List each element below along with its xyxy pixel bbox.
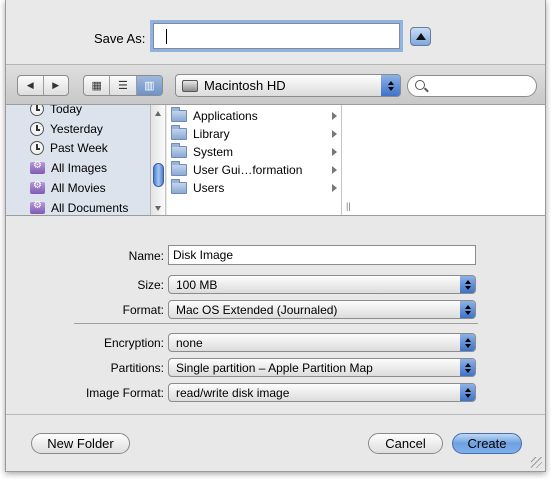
- sidebar-item-label: All Images: [51, 161, 108, 175]
- sidebar-item-label: All Documents: [51, 201, 129, 215]
- image-format-popup-value: read/write disk image: [176, 386, 290, 400]
- clock-icon: [30, 105, 44, 116]
- chevron-right-icon: [332, 166, 337, 174]
- icon-view-icon[interactable]: ▦: [84, 76, 109, 95]
- location-popup[interactable]: Macintosh HD: [175, 74, 401, 97]
- column-resize-handle[interactable]: ||: [346, 201, 351, 211]
- folder-alias-icon: [171, 161, 187, 176]
- chevron-right-icon: [332, 184, 337, 192]
- browser-item-system[interactable]: System: [171, 143, 339, 161]
- folder-icon: [171, 107, 187, 122]
- sidebar-item-all-movies[interactable]: All Movies: [30, 178, 106, 198]
- partitions-popup[interactable]: Single partition – Apple Partition Map: [168, 358, 476, 377]
- sidebar-item-label: Yesterday: [50, 122, 103, 136]
- save-dialog: Save As: ◀ ▶ ▦ ☰ ▥ Macintosh HD Today Ye…: [5, 0, 546, 472]
- folder-icon: [171, 125, 187, 140]
- partitions-label: Partitions:: [110, 361, 164, 375]
- folder-icon: [171, 179, 187, 194]
- search-field[interactable]: [407, 75, 537, 97]
- save-as-label: Save As:: [94, 31, 146, 46]
- chevron-right-icon: [332, 112, 337, 120]
- browser-item-users[interactable]: Users: [171, 179, 339, 197]
- browser-item-label: Users: [193, 181, 225, 195]
- image-format-label: Image Format:: [85, 386, 164, 400]
- save-as-input[interactable]: [153, 23, 400, 49]
- search-icon: [415, 80, 425, 90]
- folder-icon: [171, 143, 187, 158]
- disk-image-options: Name: Disk Image Size: 100 MB Format: Ma…: [6, 217, 545, 415]
- file-browser: Today Yesterday Past Week All Images All…: [6, 104, 545, 216]
- sidebar-item-label: All Movies: [51, 181, 106, 195]
- chevron-right-icon: [332, 148, 337, 156]
- sidebar-item-today[interactable]: Today: [30, 105, 82, 119]
- popup-arrows-icon: [381, 75, 400, 96]
- hard-drive-icon: [182, 80, 198, 92]
- encryption-popup-value: none: [176, 336, 203, 350]
- format-label: Format:: [122, 303, 164, 317]
- back-forward-control: ◀ ▶: [17, 75, 69, 96]
- partitions-popup-value: Single partition – Apple Partition Map: [176, 361, 373, 375]
- sidebar-item-label: Today: [50, 105, 83, 116]
- smart-folder-icon: [30, 160, 45, 174]
- sidebar-item-all-documents[interactable]: All Documents: [30, 198, 128, 215]
- scroll-up-icon[interactable]: [155, 111, 161, 116]
- sidebar: Today Yesterday Past Week All Images All…: [6, 105, 151, 215]
- popup-arrows-icon: [460, 276, 475, 293]
- encryption-popup[interactable]: none: [168, 333, 476, 352]
- popup-arrows-icon: [460, 384, 475, 401]
- format-popup-value: Mac OS Extended (Journaled): [176, 303, 338, 317]
- browser-item-user-guides[interactable]: User Gui…formation: [171, 161, 339, 179]
- options-divider: [74, 323, 478, 324]
- sidebar-item-all-images[interactable]: All Images: [30, 158, 107, 178]
- cancel-button[interactable]: Cancel: [368, 433, 443, 454]
- browser-item-label: User Gui…formation: [193, 163, 303, 177]
- create-button[interactable]: Create: [452, 433, 522, 454]
- clock-icon: [30, 122, 44, 136]
- browser-item-label: System: [193, 145, 234, 159]
- sidebar-scrollbar[interactable]: [151, 105, 166, 215]
- smart-folder-icon: [30, 180, 45, 194]
- save-as-row: Save As:: [6, 0, 545, 64]
- browser-item-label: Library: [193, 127, 230, 141]
- browser-toolbar: ◀ ▶ ▦ ☰ ▥ Macintosh HD: [6, 64, 545, 104]
- size-label: Size:: [137, 278, 164, 292]
- image-format-popup[interactable]: read/write disk image: [168, 383, 476, 402]
- location-popup-value: Macintosh HD: [204, 78, 286, 93]
- clock-icon: [30, 141, 44, 155]
- new-folder-button[interactable]: New Folder: [31, 433, 130, 454]
- browser-column: Applications Library System User Gui…for…: [167, 105, 342, 215]
- scroll-thumb[interactable]: [153, 163, 164, 187]
- scroll-down-icon[interactable]: [155, 206, 161, 211]
- browser-column-empty: ||: [342, 105, 545, 215]
- popup-arrows-icon: [460, 301, 475, 318]
- browser-item-library[interactable]: Library: [171, 125, 339, 143]
- size-popup-value: 100 MB: [176, 278, 218, 292]
- sidebar-item-past-week[interactable]: Past Week: [30, 138, 108, 158]
- text-caret: [166, 29, 167, 44]
- popup-arrows-icon: [460, 359, 475, 376]
- chevron-right-icon: [332, 130, 337, 138]
- forward-arrow-icon[interactable]: ▶: [42, 76, 69, 95]
- format-popup[interactable]: Mac OS Extended (Journaled): [168, 300, 476, 319]
- column-view-icon[interactable]: ▥: [135, 76, 162, 95]
- smart-folder-icon: [30, 200, 45, 214]
- back-arrow-icon[interactable]: ◀: [18, 76, 43, 95]
- list-view-icon[interactable]: ☰: [109, 76, 135, 95]
- resize-grip-icon[interactable]: [531, 457, 542, 468]
- encryption-label: Encryption:: [103, 336, 164, 350]
- size-popup[interactable]: 100 MB: [168, 275, 476, 294]
- name-field[interactable]: Disk Image: [168, 245, 476, 265]
- sidebar-item-label: Past Week: [50, 141, 108, 155]
- collapse-disclosure-button[interactable]: [410, 27, 431, 46]
- browser-item-label: Applications: [193, 109, 258, 123]
- name-label: Name:: [128, 249, 164, 263]
- sidebar-item-yesterday[interactable]: Yesterday: [30, 119, 103, 139]
- view-mode-control: ▦ ☰ ▥: [83, 75, 163, 96]
- browser-item-applications[interactable]: Applications: [171, 107, 339, 125]
- popup-arrows-icon: [460, 334, 475, 351]
